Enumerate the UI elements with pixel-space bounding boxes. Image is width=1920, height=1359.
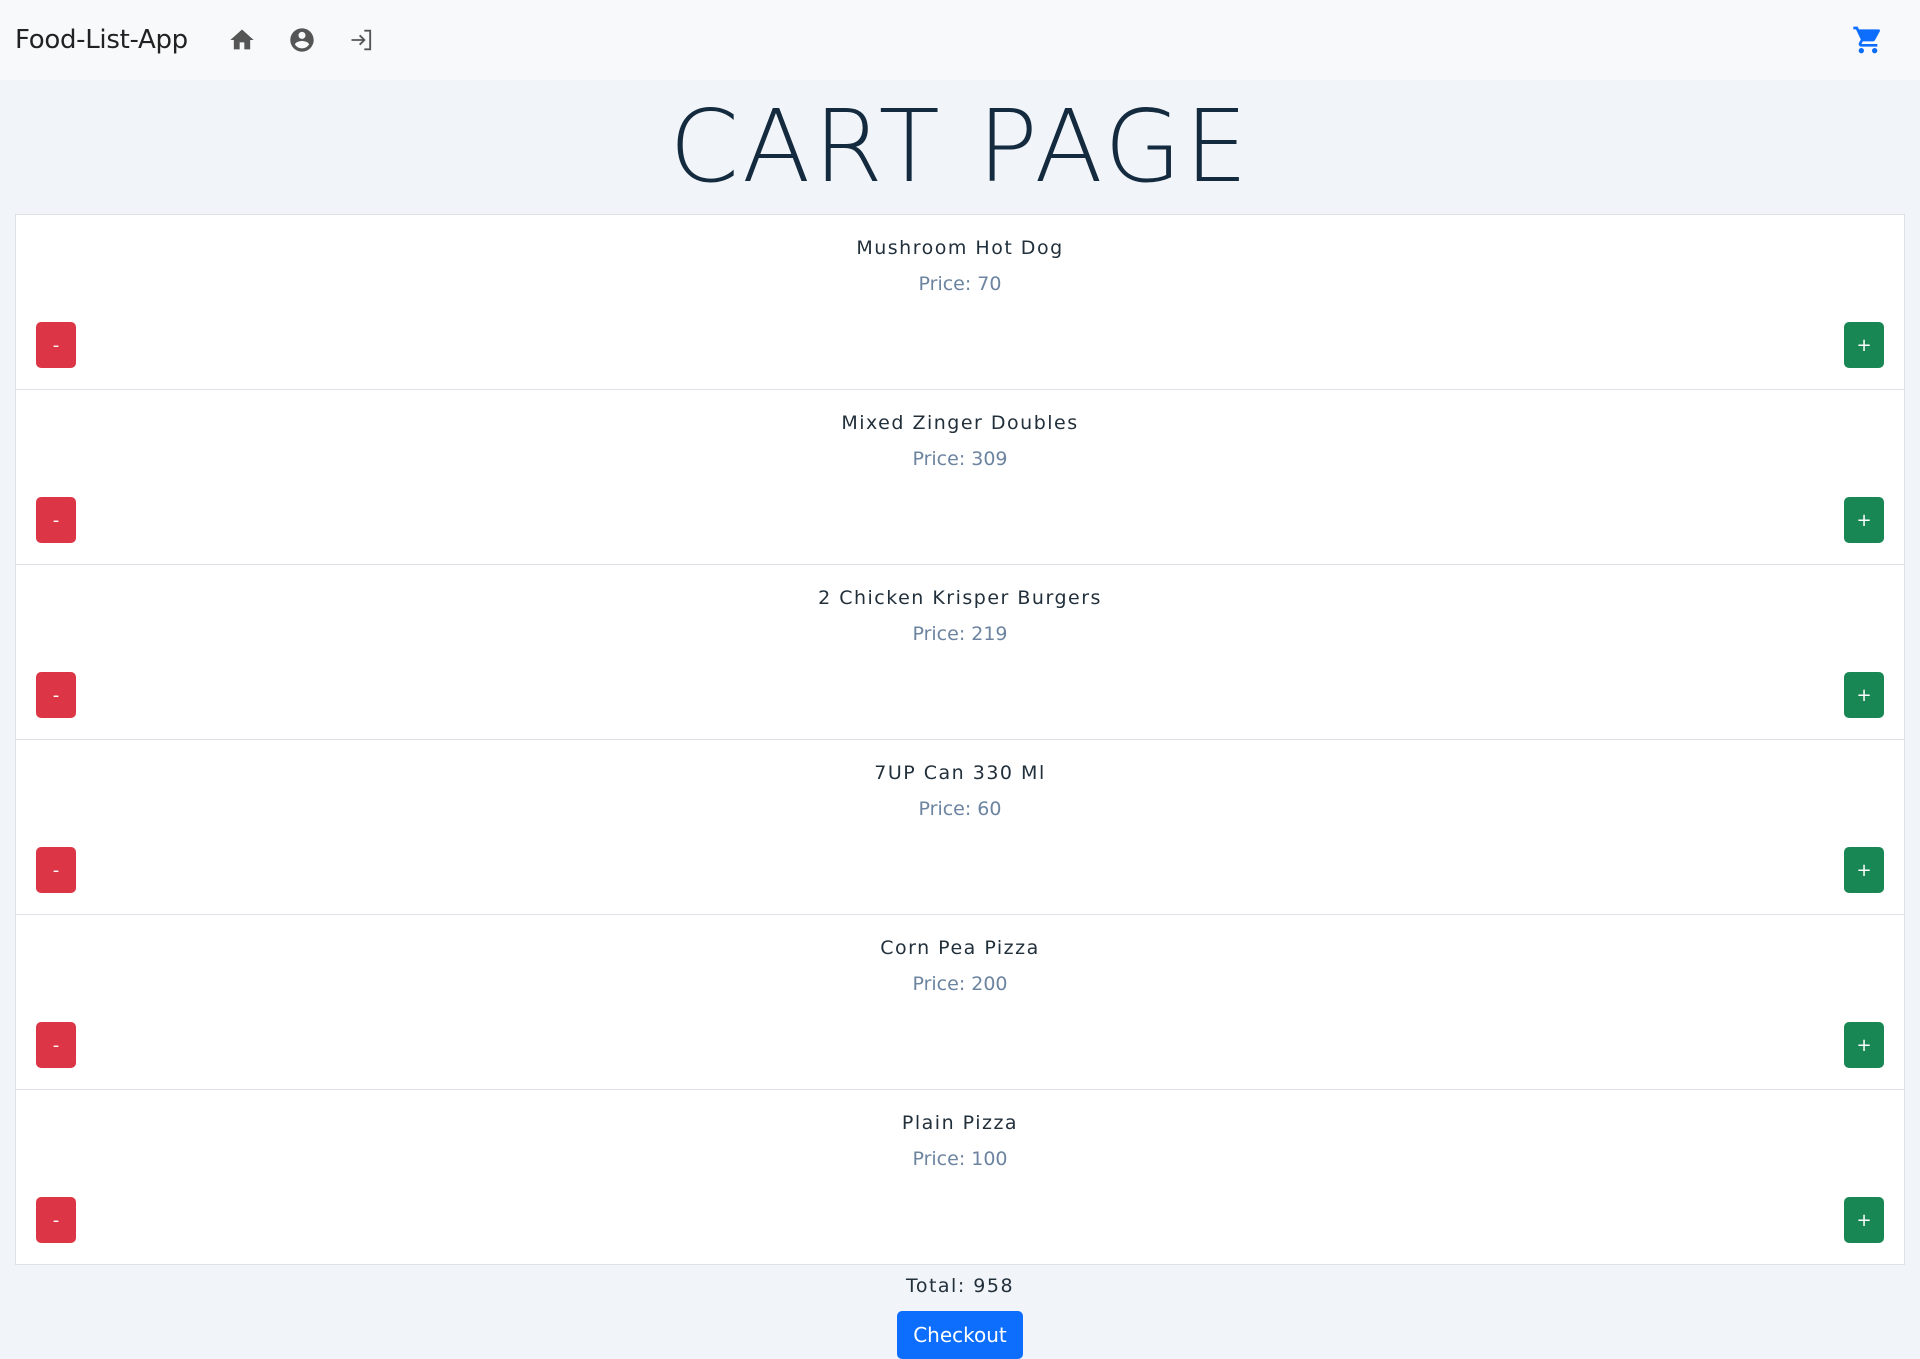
item-name: Mushroom Hot Dog — [856, 237, 1064, 259]
item-price: Price: 309 — [912, 448, 1008, 470]
login-icon — [351, 29, 371, 51]
item-price: Price: 219 — [912, 623, 1008, 645]
cart-item-card: 7UP Can 330 Ml Price: 60 - + — [15, 739, 1905, 914]
item-name: Plain Pizza — [901, 1112, 1019, 1134]
increase-quantity-button[interactable]: + — [1844, 497, 1884, 543]
item-price: Price: 60 — [918, 798, 1002, 820]
checkout-container: Checkout — [0, 1311, 1920, 1359]
increase-quantity-button[interactable]: + — [1844, 322, 1884, 368]
cart-item-card: Plain Pizza Price: 100 - + — [15, 1089, 1905, 1265]
profile-link[interactable] — [272, 10, 332, 70]
decrease-quantity-button[interactable]: - — [36, 1022, 76, 1068]
decrease-quantity-button[interactable]: - — [36, 672, 76, 718]
page-title: CART PAGE — [669, 88, 1251, 205]
checkout-button[interactable]: Checkout — [897, 1311, 1023, 1359]
item-name: Mixed Zinger Doubles — [841, 412, 1079, 434]
cart-total: Total: 958 — [905, 1275, 1015, 1297]
brand-link[interactable]: Food-List-App — [15, 25, 188, 55]
increase-quantity-button[interactable]: + — [1844, 1197, 1884, 1243]
home-icon — [230, 29, 254, 50]
increase-quantity-button[interactable]: + — [1844, 672, 1884, 718]
decrease-quantity-button[interactable]: - — [36, 497, 76, 543]
item-name: 2 Chicken Krisper Burgers — [818, 587, 1102, 609]
item-name: 7UP Can 330 Ml — [874, 762, 1046, 784]
cart-item-card: 2 Chicken Krisper Burgers Price: 219 - + — [15, 564, 1905, 739]
account-circle-icon — [290, 28, 314, 52]
home-link[interactable] — [212, 10, 272, 70]
navbar: Food-List-App — [0, 0, 1920, 80]
cart-item-card: Corn Pea Pizza Price: 200 - + — [15, 914, 1905, 1089]
cart-item-card: Mushroom Hot Dog Price: 70 - + — [15, 214, 1905, 389]
cart-item-card: Mixed Zinger Doubles Price: 309 - + — [15, 389, 1905, 564]
item-price: Price: 100 — [912, 1148, 1008, 1170]
decrease-quantity-button[interactable]: - — [36, 1197, 76, 1243]
decrease-quantity-button[interactable]: - — [36, 322, 76, 368]
cart-link[interactable] — [1846, 18, 1890, 62]
cart-list: Mushroom Hot Dog Price: 70 - + Mixed Zin… — [15, 214, 1905, 1265]
cart-icon — [1853, 26, 1881, 54]
increase-quantity-button[interactable]: + — [1844, 1022, 1884, 1068]
item-name: Corn Pea Pizza — [880, 937, 1040, 959]
decrease-quantity-button[interactable]: - — [36, 847, 76, 893]
item-price: Price: 200 — [912, 973, 1008, 995]
login-link[interactable] — [332, 10, 392, 70]
increase-quantity-button[interactable]: + — [1844, 847, 1884, 893]
item-price: Price: 70 — [918, 273, 1002, 295]
